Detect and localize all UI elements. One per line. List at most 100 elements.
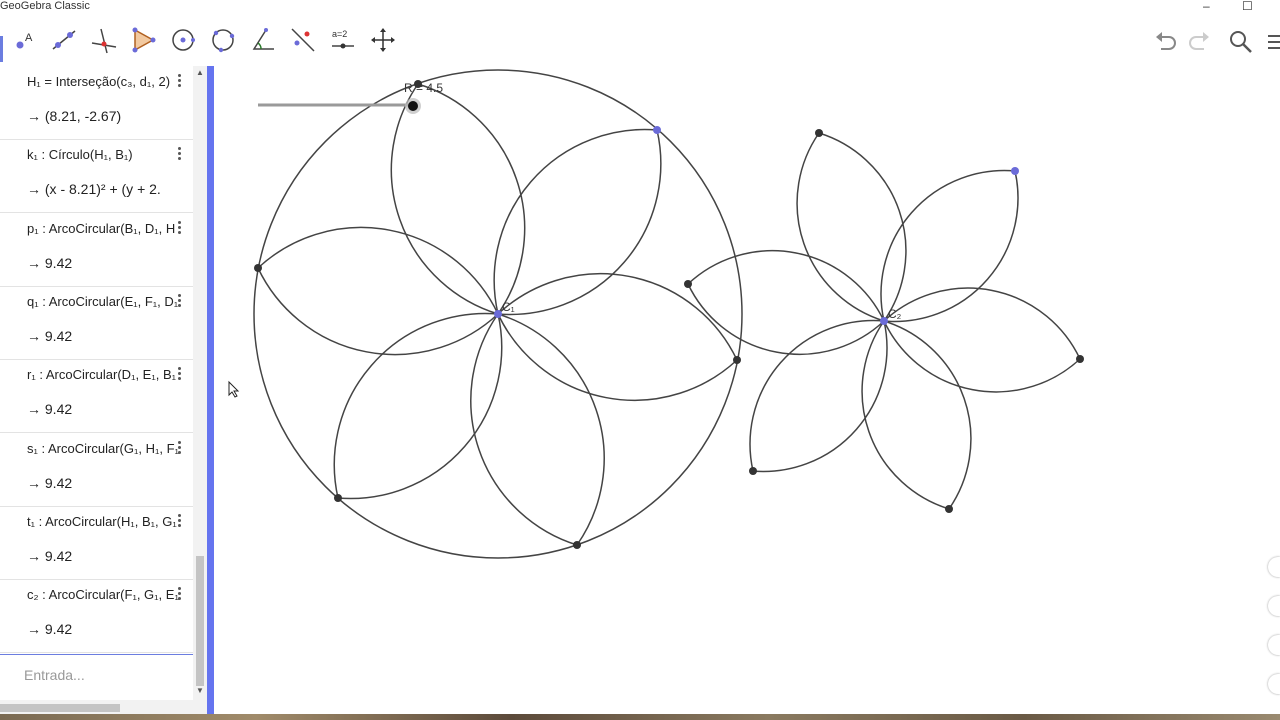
point[interactable] [733, 356, 741, 364]
algebra-row[interactable]: r₁ : ArcoCircular(D₁, E₁, B₁ → 9.42 [0, 359, 193, 434]
point[interactable] [684, 280, 692, 288]
algebra-row[interactable]: q₁ : ArcoCircular(E₁, F₁, D₁ → 9.42 [0, 286, 193, 360]
point[interactable] [334, 494, 342, 502]
minimize-button[interactable]: – [1203, 0, 1210, 12]
algebra-row-value: → 9.42 [27, 401, 73, 418]
point[interactable] [653, 126, 661, 134]
algebra-row-value: → 9.42 [27, 621, 73, 638]
horizontal-scroll-thumb[interactable] [0, 704, 120, 712]
petal-arc[interactable] [493, 128, 662, 316]
algebra-row-value: → 9.42 [27, 474, 73, 491]
circle-center-icon [172, 29, 195, 51]
reflect-tool[interactable] [286, 23, 320, 57]
algebra-row-definition: s₁ : ArcoCircular(G₁, H₁, F₁ [27, 440, 179, 456]
point[interactable] [815, 129, 823, 137]
polygon-tool[interactable] [126, 23, 160, 57]
move-arrows-icon [371, 28, 395, 52]
undo-button[interactable] [1153, 29, 1179, 55]
scroll-up-icon[interactable]: ▲ [196, 68, 204, 77]
algebra-row[interactable]: k₁ : Círculo(H₁, B₁) → (x - 8.21)² + (y +… [0, 139, 193, 214]
center-point-c2[interactable] [880, 317, 888, 325]
redo-icon [1189, 32, 1209, 50]
selected-tool-indicator [0, 36, 3, 62]
scroll-thumb[interactable] [196, 556, 204, 686]
perpendicular-icon [91, 28, 117, 54]
more-options-icon[interactable] [176, 512, 182, 532]
algebra-row-value: → (8.21, -2.67) [27, 108, 122, 124]
move-graphics-view-tool[interactable] [366, 23, 400, 57]
slider-label: R = 4.5 [404, 81, 443, 95]
algebra-row-definition: H₁ = Interseção(c₃, d₁, 2) [27, 74, 171, 89]
point-tool[interactable]: A [8, 23, 42, 57]
petal-arc[interactable] [796, 132, 907, 322]
center1-label: C₁ [502, 300, 515, 314]
circle-three-points-tool[interactable] [206, 23, 240, 57]
slider-tool-label: a=2 [332, 29, 347, 39]
more-options-icon[interactable] [176, 585, 182, 605]
reflect-icon [291, 28, 315, 52]
algebra-row[interactable]: p₁ : ArcoCircular(B₁, D₁, H → 9.42 [0, 213, 193, 287]
petal-arc[interactable] [333, 312, 503, 500]
petal-arc[interactable] [880, 169, 1019, 323]
window-title: GeoGebra Classic [0, 0, 90, 12]
petal-arc[interactable] [257, 226, 499, 356]
algebra-row-value: → 9.42 [27, 327, 73, 344]
menu-button[interactable] [1266, 29, 1280, 55]
svg-text:A: A [25, 32, 33, 44]
petal-arc[interactable] [861, 320, 972, 510]
algebra-row-value: → 9.42 [27, 547, 73, 564]
point[interactable] [1011, 167, 1019, 175]
more-options-icon[interactable] [176, 365, 182, 385]
algebra-row-definition: c₂ : ArcoCircular(F₁, G₁, E₁ [27, 587, 179, 603]
point[interactable] [254, 264, 262, 272]
graphics-canvas[interactable]: R = 4.5 C₁ C₂ [214, 66, 1280, 714]
undo-icon [1156, 32, 1176, 50]
point[interactable] [945, 505, 953, 513]
toolbar: A a=2 [0, 16, 1280, 66]
algebra-row[interactable]: s₁ : ArcoCircular(G₁, H₁, F₁ → 9.42 [0, 433, 193, 507]
input-placeholder: Entrada... [24, 667, 85, 683]
petal-arc[interactable] [687, 249, 885, 356]
slider-tool[interactable]: a=2 [326, 23, 360, 57]
more-options-icon[interactable] [176, 439, 182, 459]
algebra-row[interactable]: H₁ = Interseção(c₃, d₁, 2) → (8.21, -2.67… [0, 66, 193, 140]
algebra-row[interactable]: t₁ : ArcoCircular(H₁, B₁, G₁ → 9.42 [0, 506, 193, 580]
algebra-vertical-scrollbar[interactable]: ▲ ▼ [193, 66, 207, 700]
algebra-row-definition: r₁ : ArcoCircular(D₁, E₁, B₁ [27, 367, 177, 383]
petal-arc[interactable] [883, 287, 1081, 393]
point[interactable] [573, 541, 581, 549]
algebra-input[interactable]: Entrada... [0, 654, 193, 695]
algebra-row-value: → (x - 8.21)² + (y + 2. [27, 181, 161, 198]
petal-arc[interactable] [749, 319, 888, 473]
petal-arc[interactable] [470, 313, 605, 546]
search-button[interactable] [1228, 29, 1254, 55]
background-strip [0, 714, 1280, 720]
circle-tool[interactable] [166, 23, 200, 57]
view-divider[interactable] [207, 66, 214, 714]
more-options-icon[interactable] [176, 72, 182, 92]
algebra-row-value: → 9.42 [27, 254, 73, 271]
more-options-icon[interactable] [176, 292, 182, 312]
perpendicular-line-tool[interactable] [87, 23, 121, 57]
point[interactable] [749, 467, 757, 475]
more-options-icon[interactable] [176, 219, 182, 239]
line-icon [52, 30, 76, 50]
graphics-view[interactable]: R = 4.5 C₁ C₂ [214, 66, 1280, 714]
point[interactable] [1076, 355, 1084, 363]
algebra-row[interactable]: c₂ : ArcoCircular(F₁, G₁, E₁ → 9.42 [0, 579, 193, 654]
hamburger-menu-icon [1268, 35, 1280, 49]
petal-arc[interactable] [497, 272, 738, 402]
petal-arc[interactable] [390, 83, 526, 315]
algebra-row-definition: t₁ : ArcoCircular(H₁, B₁, G₁ [27, 513, 177, 529]
algebra-row-definition: q₁ : ArcoCircular(E₁, F₁, D₁ [27, 293, 179, 309]
angle-tool[interactable] [246, 23, 280, 57]
redo-button[interactable] [1186, 29, 1212, 55]
algebra-view: H₁ = Interseção(c₃, d₁, 2) → (8.21, -2.67… [0, 66, 207, 716]
scroll-down-icon[interactable]: ▼ [196, 686, 204, 695]
title-bar: GeoGebra Classic – ☐ [0, 0, 1280, 15]
more-options-icon[interactable] [176, 145, 182, 165]
maximize-button[interactable]: ☐ [1242, 0, 1253, 12]
point[interactable] [414, 80, 422, 88]
center-point-c1[interactable] [494, 310, 502, 318]
line-tool[interactable] [47, 23, 81, 57]
